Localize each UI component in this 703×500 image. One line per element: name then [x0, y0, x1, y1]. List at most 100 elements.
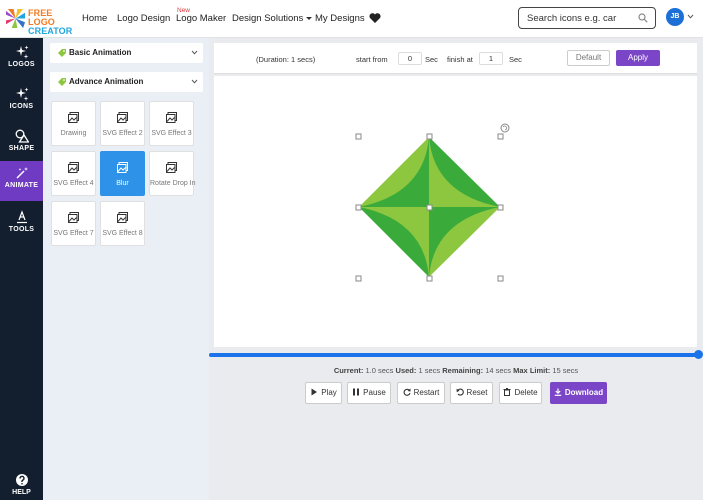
nav-logo-design[interactable]: Logo Design	[117, 13, 170, 24]
chevron-down-icon	[191, 50, 198, 55]
effect-tile-svg-effect-3[interactable]: SVG Effect 3	[149, 101, 194, 146]
editor-main: (Duration: 1 secs) start from 0 Sec fini…	[209, 38, 703, 500]
image-icon	[117, 162, 128, 173]
search-input[interactable]	[527, 8, 639, 28]
default-button[interactable]: Default	[567, 50, 610, 66]
sidebar-label-shape: SHAPE	[8, 145, 35, 152]
sec-label: Sec	[509, 55, 522, 64]
used-value: 1 secs	[418, 366, 441, 375]
restart-icon	[403, 388, 411, 396]
delete-label: Delete	[514, 388, 538, 397]
restart-button[interactable]: Restart	[397, 382, 445, 404]
help-icon	[15, 474, 28, 486]
play-button[interactable]: Play	[305, 382, 342, 404]
remaining-label: Remaining:	[442, 366, 484, 375]
sparkle-icon	[15, 87, 28, 101]
start-from-input[interactable]: 0	[398, 52, 422, 65]
finish-at-input[interactable]: 1	[479, 52, 503, 65]
help-label: HELP	[12, 489, 31, 496]
trash-icon	[503, 388, 511, 396]
effect-tile-rotate-drop-in[interactable]: Rotate Drop In	[149, 151, 196, 196]
download-icon	[554, 388, 562, 396]
user-avatar[interactable]: JB	[666, 8, 684, 26]
sidebar-item-icons[interactable]: ICONS	[0, 82, 43, 122]
effect-label: SVG Effect 7	[53, 230, 94, 237]
reset-button[interactable]: Reset	[450, 382, 493, 404]
play-icon	[311, 388, 318, 396]
play-label: Play	[321, 388, 337, 397]
pause-button[interactable]: Pause	[347, 382, 391, 404]
sparkle-icon	[15, 45, 28, 59]
used-label: Used:	[395, 366, 417, 375]
image-icon	[68, 162, 79, 173]
effect-label: SVG Effect 3	[151, 130, 192, 137]
current-label: Current:	[333, 366, 364, 375]
nav-my-designs[interactable]: My Designs	[315, 13, 365, 24]
max-limit-value: 15 secs	[552, 366, 579, 375]
pause-icon	[353, 388, 360, 396]
apply-button[interactable]: Apply	[616, 50, 660, 66]
effect-tile-svg-effect-7[interactable]: SVG Effect 7	[51, 201, 96, 246]
sidebar-item-tools[interactable]: TOOLS	[0, 205, 43, 245]
image-icon	[166, 112, 177, 123]
effect-tile-svg-effect-4[interactable]: SVG Effect 4	[51, 151, 96, 196]
logo-line-1: FREE LOGO	[28, 8, 55, 27]
start-from-label: start from	[356, 55, 388, 64]
brand-logo[interactable]: FREE LOGO CREATOR	[6, 7, 72, 36]
effect-label: Drawing	[60, 130, 87, 137]
nav-logo-maker[interactable]: Logo Maker	[176, 13, 226, 24]
rotate-handle-icon[interactable]	[500, 123, 510, 133]
chevron-down-icon	[191, 79, 198, 84]
nav-design-solutions-label: Design Solutions	[232, 13, 304, 24]
effect-tile-drawing[interactable]: Drawing	[51, 101, 96, 146]
search-icon[interactable]	[638, 13, 648, 23]
effect-label: SVG Effect 2	[102, 130, 143, 137]
help-button[interactable]: HELP	[0, 468, 43, 496]
canvas-artwork	[355, 123, 510, 282]
effect-tile-blur[interactable]: Blur	[100, 151, 145, 196]
chevron-down-icon[interactable]	[687, 14, 694, 19]
nav-home[interactable]: Home	[82, 13, 107, 24]
image-icon	[117, 212, 128, 223]
sidebar-item-shape[interactable]: SHAPE	[0, 124, 43, 164]
tag-icon	[58, 78, 66, 86]
image-icon	[117, 112, 128, 123]
logo-mark-icon	[6, 9, 25, 28]
effect-tile-svg-effect-2[interactable]: SVG Effect 2	[100, 101, 145, 146]
sec-label: Sec	[425, 55, 438, 64]
sidebar-label-tools: TOOLS	[8, 226, 35, 233]
remaining-value: 14 secs	[485, 366, 512, 375]
delete-button[interactable]: Delete	[499, 382, 542, 404]
logo-text: FREE LOGO CREATOR	[28, 9, 72, 36]
undo-icon	[456, 388, 464, 396]
nav-design-solutions[interactable]: Design Solutions	[232, 13, 313, 24]
search-box	[518, 7, 656, 29]
reset-label: Reset	[466, 388, 488, 397]
caret-down-icon	[306, 16, 313, 20]
sidebar-item-logos[interactable]: LOGOS	[0, 40, 43, 80]
image-icon	[166, 162, 177, 173]
effect-tile-svg-effect-8[interactable]: SVG Effect 8	[100, 201, 145, 246]
advance-animation-accordion[interactable]: Advance Animation	[50, 72, 203, 92]
tag-icon	[58, 49, 66, 57]
timeline-scrubber[interactable]	[694, 350, 703, 359]
text-tool-icon	[16, 210, 27, 224]
effect-label: SVG Effect 4	[53, 180, 94, 187]
sidebar-label-logos: LOGOS	[8, 61, 35, 68]
animation-toolbar: (Duration: 1 secs) start from 0 Sec fini…	[214, 43, 697, 74]
heart-icon[interactable]	[369, 12, 381, 24]
shapes-icon	[15, 129, 29, 143]
design-canvas[interactable]	[214, 76, 697, 347]
basic-animation-label: Basic Animation	[69, 48, 132, 57]
top-navbar: FREE LOGO CREATOR Home Logo Design New L…	[0, 0, 703, 38]
download-button[interactable]: Download	[550, 382, 607, 404]
sidebar-item-animate[interactable]: ANIMATE	[0, 161, 43, 201]
current-value: 1.0 secs	[365, 366, 394, 375]
magic-wand-icon	[15, 167, 28, 179]
advance-animation-label: Advance Animation	[69, 77, 144, 86]
download-label: Download	[564, 388, 604, 397]
sidebar-label-icons: ICONS	[9, 103, 34, 110]
effect-label: Blur	[116, 180, 129, 187]
basic-animation-accordion[interactable]: Basic Animation	[50, 43, 203, 63]
timeline-track[interactable]	[209, 353, 699, 357]
